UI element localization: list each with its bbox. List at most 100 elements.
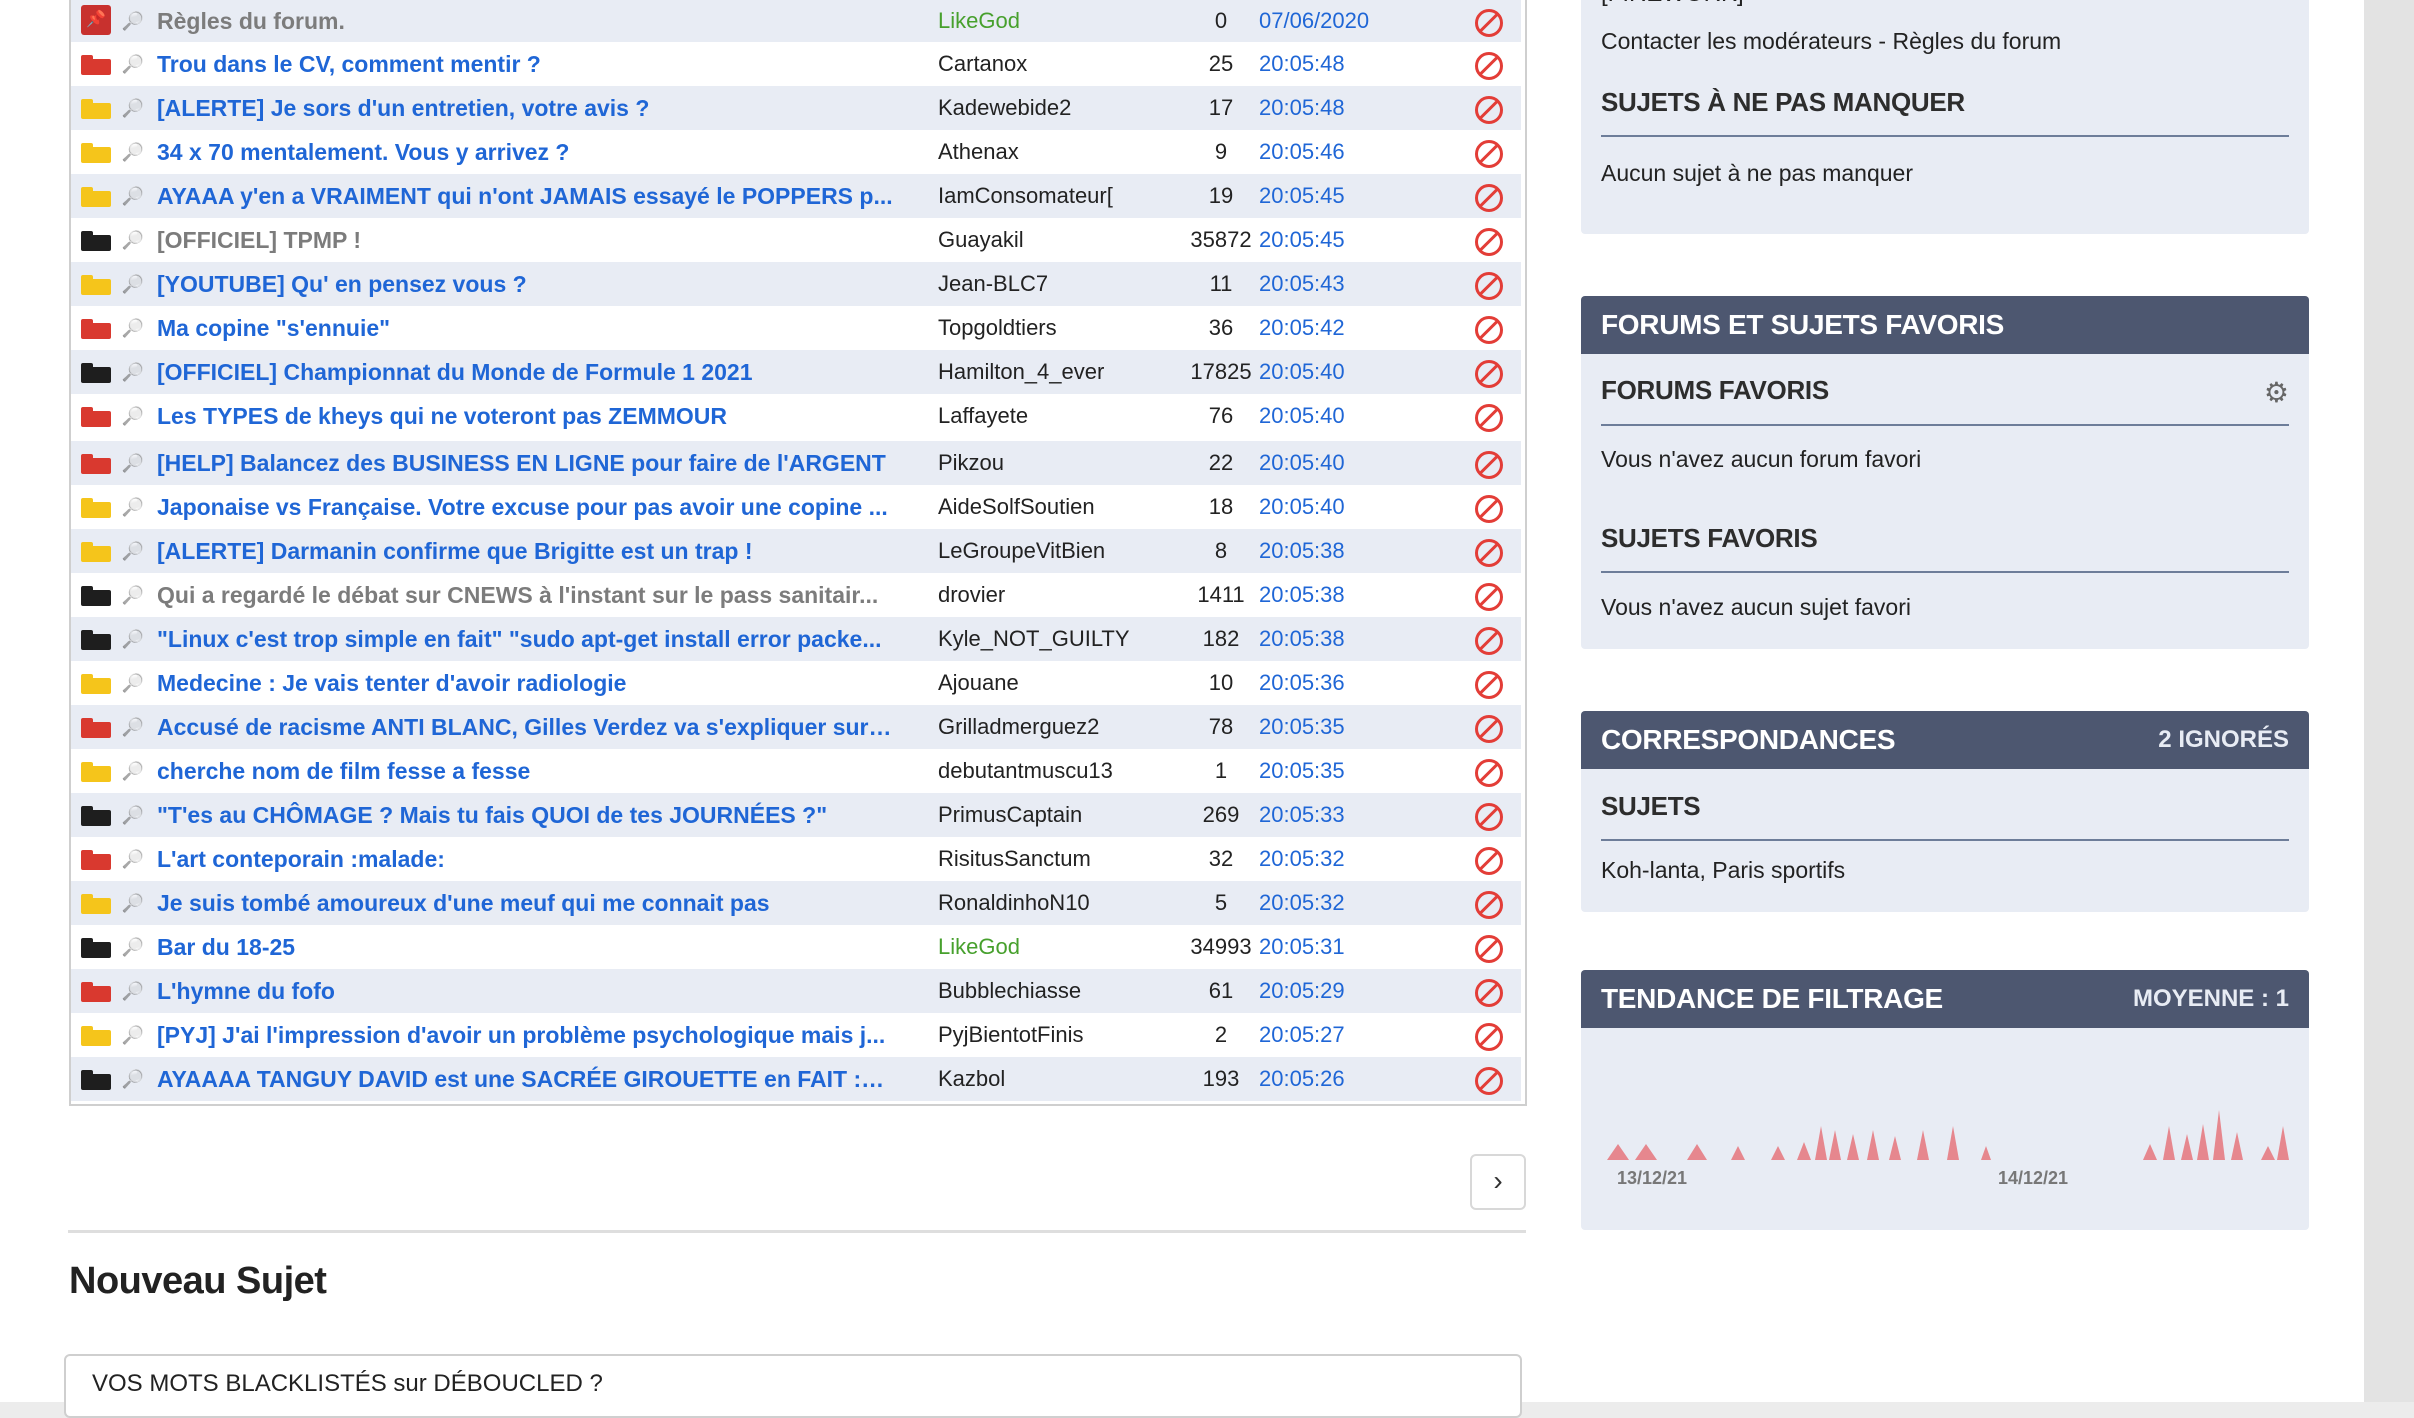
preview-magnifier-icon[interactable]: 🔎 <box>119 529 147 573</box>
topic-last-message-time[interactable]: 20:05:35 <box>1259 705 1439 749</box>
blacklist-topic-icon[interactable] <box>1475 847 1503 875</box>
blacklist-topic-icon[interactable] <box>1475 1023 1503 1051</box>
preview-magnifier-icon[interactable]: 🔎 <box>119 174 147 218</box>
preview-magnifier-icon[interactable]: 🔎 <box>119 881 147 925</box>
topic-last-message-time[interactable]: 07/06/2020 <box>1259 0 1439 43</box>
topic-row[interactable]: 🔎 34 x 70 mentalement. Vous y arrivez ? At… <box>71 130 1521 174</box>
topic-title-link[interactable]: L'hymne du fofo <box>157 969 893 1013</box>
blacklist-topic-icon[interactable] <box>1475 272 1503 300</box>
topic-title-link[interactable]: [HELP] Balancez des BUSINESS EN LIGNE po… <box>157 441 893 485</box>
preview-magnifier-icon[interactable]: 🔎 <box>119 1057 147 1101</box>
topic-author[interactable]: AideSolfSoutien <box>938 485 1158 529</box>
blacklist-topic-icon[interactable] <box>1475 979 1503 1007</box>
topic-row[interactable]: 🔎 "T'es au CHÔMAGE ? Mais tu fais QUOI de… <box>71 793 1521 837</box>
ignored-count[interactable]: 2 IGNORÉS <box>2158 726 2289 754</box>
topic-title-link[interactable]: Bar du 18-25 <box>157 925 893 969</box>
blacklist-topic-icon[interactable] <box>1475 671 1503 699</box>
blacklist-topic-icon[interactable] <box>1475 583 1503 611</box>
topic-author[interactable]: Hamilton_4_ever <box>938 350 1158 394</box>
blacklist-topic-icon[interactable] <box>1475 96 1503 124</box>
blacklist-topic-icon[interactable] <box>1475 935 1503 963</box>
blacklist-topic-icon[interactable] <box>1475 1067 1503 1095</box>
preview-magnifier-icon[interactable]: 🔎 <box>119 394 147 438</box>
topic-title-link[interactable]: [ALERTE] Darmanin confirme que Brigitte … <box>157 529 893 573</box>
blacklist-topic-icon[interactable] <box>1475 715 1503 743</box>
topic-author[interactable]: LeGroupeVitBien <box>938 529 1158 573</box>
topic-author[interactable]: PrimusCaptain <box>938 793 1158 837</box>
topic-author[interactable]: Laffayete <box>938 394 1158 438</box>
topic-last-message-time[interactable]: 20:05:38 <box>1259 529 1439 573</box>
topic-row[interactable]: 🔎 Bar du 18-25 LikeGod 34993 20:05:31 <box>71 925 1521 969</box>
topic-title-link[interactable]: Je suis tombé amoureux d'une meuf qui me… <box>157 881 893 925</box>
topic-row[interactable]: 🔎 [PYJ] J'ai l'impression d'avoir un prob… <box>71 1013 1521 1057</box>
topic-title-link[interactable]: [PYJ] J'ai l'impression d'avoir un probl… <box>157 1013 893 1057</box>
topic-title-link[interactable]: [OFFICIEL] Championnat du Monde de Formu… <box>157 350 893 394</box>
topic-author[interactable]: Pikzou <box>938 441 1158 485</box>
topic-last-message-time[interactable]: 20:05:31 <box>1259 925 1439 969</box>
topic-last-message-time[interactable]: 20:05:35 <box>1259 749 1439 793</box>
blacklist-topic-icon[interactable] <box>1475 803 1503 831</box>
topic-last-message-time[interactable]: 20:05:36 <box>1259 661 1439 705</box>
blacklist-topic-icon[interactable] <box>1475 451 1503 479</box>
preview-magnifier-icon[interactable]: 🔎 <box>119 793 147 837</box>
topic-last-message-time[interactable]: 20:05:27 <box>1259 1013 1439 1057</box>
topic-last-message-time[interactable]: 20:05:33 <box>1259 793 1439 837</box>
blacklist-topic-icon[interactable] <box>1475 228 1503 256</box>
topic-row[interactable]: 🔎 cherche nom de film fesse a fesse debuta… <box>71 749 1521 793</box>
topic-title-link[interactable]: AYAAAA TANGUY DAVID est une SACRÉE GIROU… <box>157 1057 893 1101</box>
topic-author[interactable]: Kyle_NOT_GUILTY <box>938 617 1158 661</box>
topic-author[interactable]: IamConsomateur[ <box>938 174 1158 218</box>
preview-magnifier-icon[interactable]: 🔎 <box>119 661 147 705</box>
topic-author[interactable]: Ajouane <box>938 661 1158 705</box>
topic-row[interactable]: 🔎 Japonaise vs Française. Votre excuse po… <box>71 485 1521 529</box>
topic-row[interactable]: 🔎 "Linux c'est trop simple en fait" "sudo… <box>71 617 1521 661</box>
topic-author[interactable]: Topgoldtiers <box>938 306 1158 350</box>
topic-title-link[interactable]: "Linux c'est trop simple en fait" "sudo … <box>157 617 893 661</box>
preview-magnifier-icon[interactable]: 🔎 <box>119 485 147 529</box>
preview-magnifier-icon[interactable]: 🔎 <box>119 86 147 130</box>
topic-title-link[interactable]: Règles du forum. <box>157 0 893 43</box>
topic-author[interactable]: Grilladmerguez2 <box>938 705 1158 749</box>
topic-row[interactable]: 🔎 AYAAA y'en a VRAIMENT qui n'ont JAMAIS … <box>71 174 1521 218</box>
topic-title-link[interactable]: [ALERTE] Je sors d'un entretien, votre a… <box>157 86 893 130</box>
topic-row[interactable]: 🔎 [YOUTUBE] Qu' en pensez vous ? Jean-BLC7… <box>71 262 1521 306</box>
topic-title-link[interactable]: [YOUTUBE] Qu' en pensez vous ? <box>157 262 893 306</box>
topic-row[interactable]: 🔎 Les TYPES de kheys qui ne voteront pas … <box>71 394 1521 438</box>
topic-row[interactable]: 🔎 Medecine : Je vais tenter d'avoir radio… <box>71 661 1521 705</box>
blacklist-topic-icon[interactable] <box>1475 627 1503 655</box>
topic-title-link[interactable]: L'art conteporain :malade: <box>157 837 893 881</box>
preview-magnifier-icon[interactable]: 🔎 <box>119 262 147 306</box>
topic-row[interactable]: 🔎 [OFFICIEL] Championnat du Monde de Form… <box>71 350 1521 394</box>
preview-magnifier-icon[interactable]: 🔎 <box>119 306 147 350</box>
preview-magnifier-icon[interactable]: 🔎 <box>119 350 147 394</box>
preview-magnifier-icon[interactable]: 🔎 <box>119 441 147 485</box>
blacklist-topic-icon[interactable] <box>1475 316 1503 344</box>
topic-row[interactable]: 🔎 Accusé de racisme ANTI BLANC, Gilles Ve… <box>71 705 1521 749</box>
topic-last-message-time[interactable]: 20:05:38 <box>1259 573 1439 617</box>
topic-row[interactable]: 🔎 [HELP] Balancez des BUSINESS EN LIGNE p… <box>71 441 1521 485</box>
preview-magnifier-icon[interactable]: 🔎 <box>119 705 147 749</box>
new-topic-title-input[interactable]: VOS MOTS BLACKLISTÉS sur DÉBOUCLED ? <box>64 1354 1522 1418</box>
blacklist-topic-icon[interactable] <box>1475 495 1503 523</box>
gear-icon[interactable]: ⚙ <box>2264 376 2289 409</box>
topic-title-link[interactable]: 34 x 70 mentalement. Vous y arrivez ? <box>157 130 893 174</box>
topic-last-message-time[interactable]: 20:05:29 <box>1259 969 1439 1013</box>
topic-last-message-time[interactable]: 20:05:48 <box>1259 86 1439 130</box>
topic-last-message-time[interactable]: 20:05:40 <box>1259 485 1439 529</box>
blacklist-topic-icon[interactable] <box>1475 360 1503 388</box>
topic-author[interactable]: PyjBientotFinis <box>938 1013 1158 1057</box>
topic-last-message-time[interactable]: 20:05:26 <box>1259 1057 1439 1101</box>
topic-author[interactable]: Kazbol <box>938 1057 1158 1101</box>
topic-title-link[interactable]: Accusé de racisme ANTI BLANC, Gilles Ver… <box>157 705 893 749</box>
topic-title-link[interactable]: Les TYPES de kheys qui ne voteront pas Z… <box>157 394 893 438</box>
topic-last-message-time[interactable]: 20:05:32 <box>1259 881 1439 925</box>
topic-last-message-time[interactable]: 20:05:45 <box>1259 218 1439 262</box>
topic-last-message-time[interactable]: 20:05:32 <box>1259 837 1439 881</box>
preview-magnifier-icon[interactable]: 🔎 <box>119 749 147 793</box>
preview-magnifier-icon[interactable]: 🔎 <box>119 573 147 617</box>
topic-last-message-time[interactable]: 20:05:43 <box>1259 262 1439 306</box>
topic-title-link[interactable]: Medecine : Je vais tenter d'avoir radiol… <box>157 661 893 705</box>
topic-row[interactable]: 🔎 [ALERTE] Darmanin confirme que Brigitte… <box>71 529 1521 573</box>
topic-author[interactable]: Kadewebide2 <box>938 86 1158 130</box>
topic-row[interactable]: 🔎 Ma copine "s'ennuie" Topgoldtiers 36 20:05… <box>71 306 1521 350</box>
